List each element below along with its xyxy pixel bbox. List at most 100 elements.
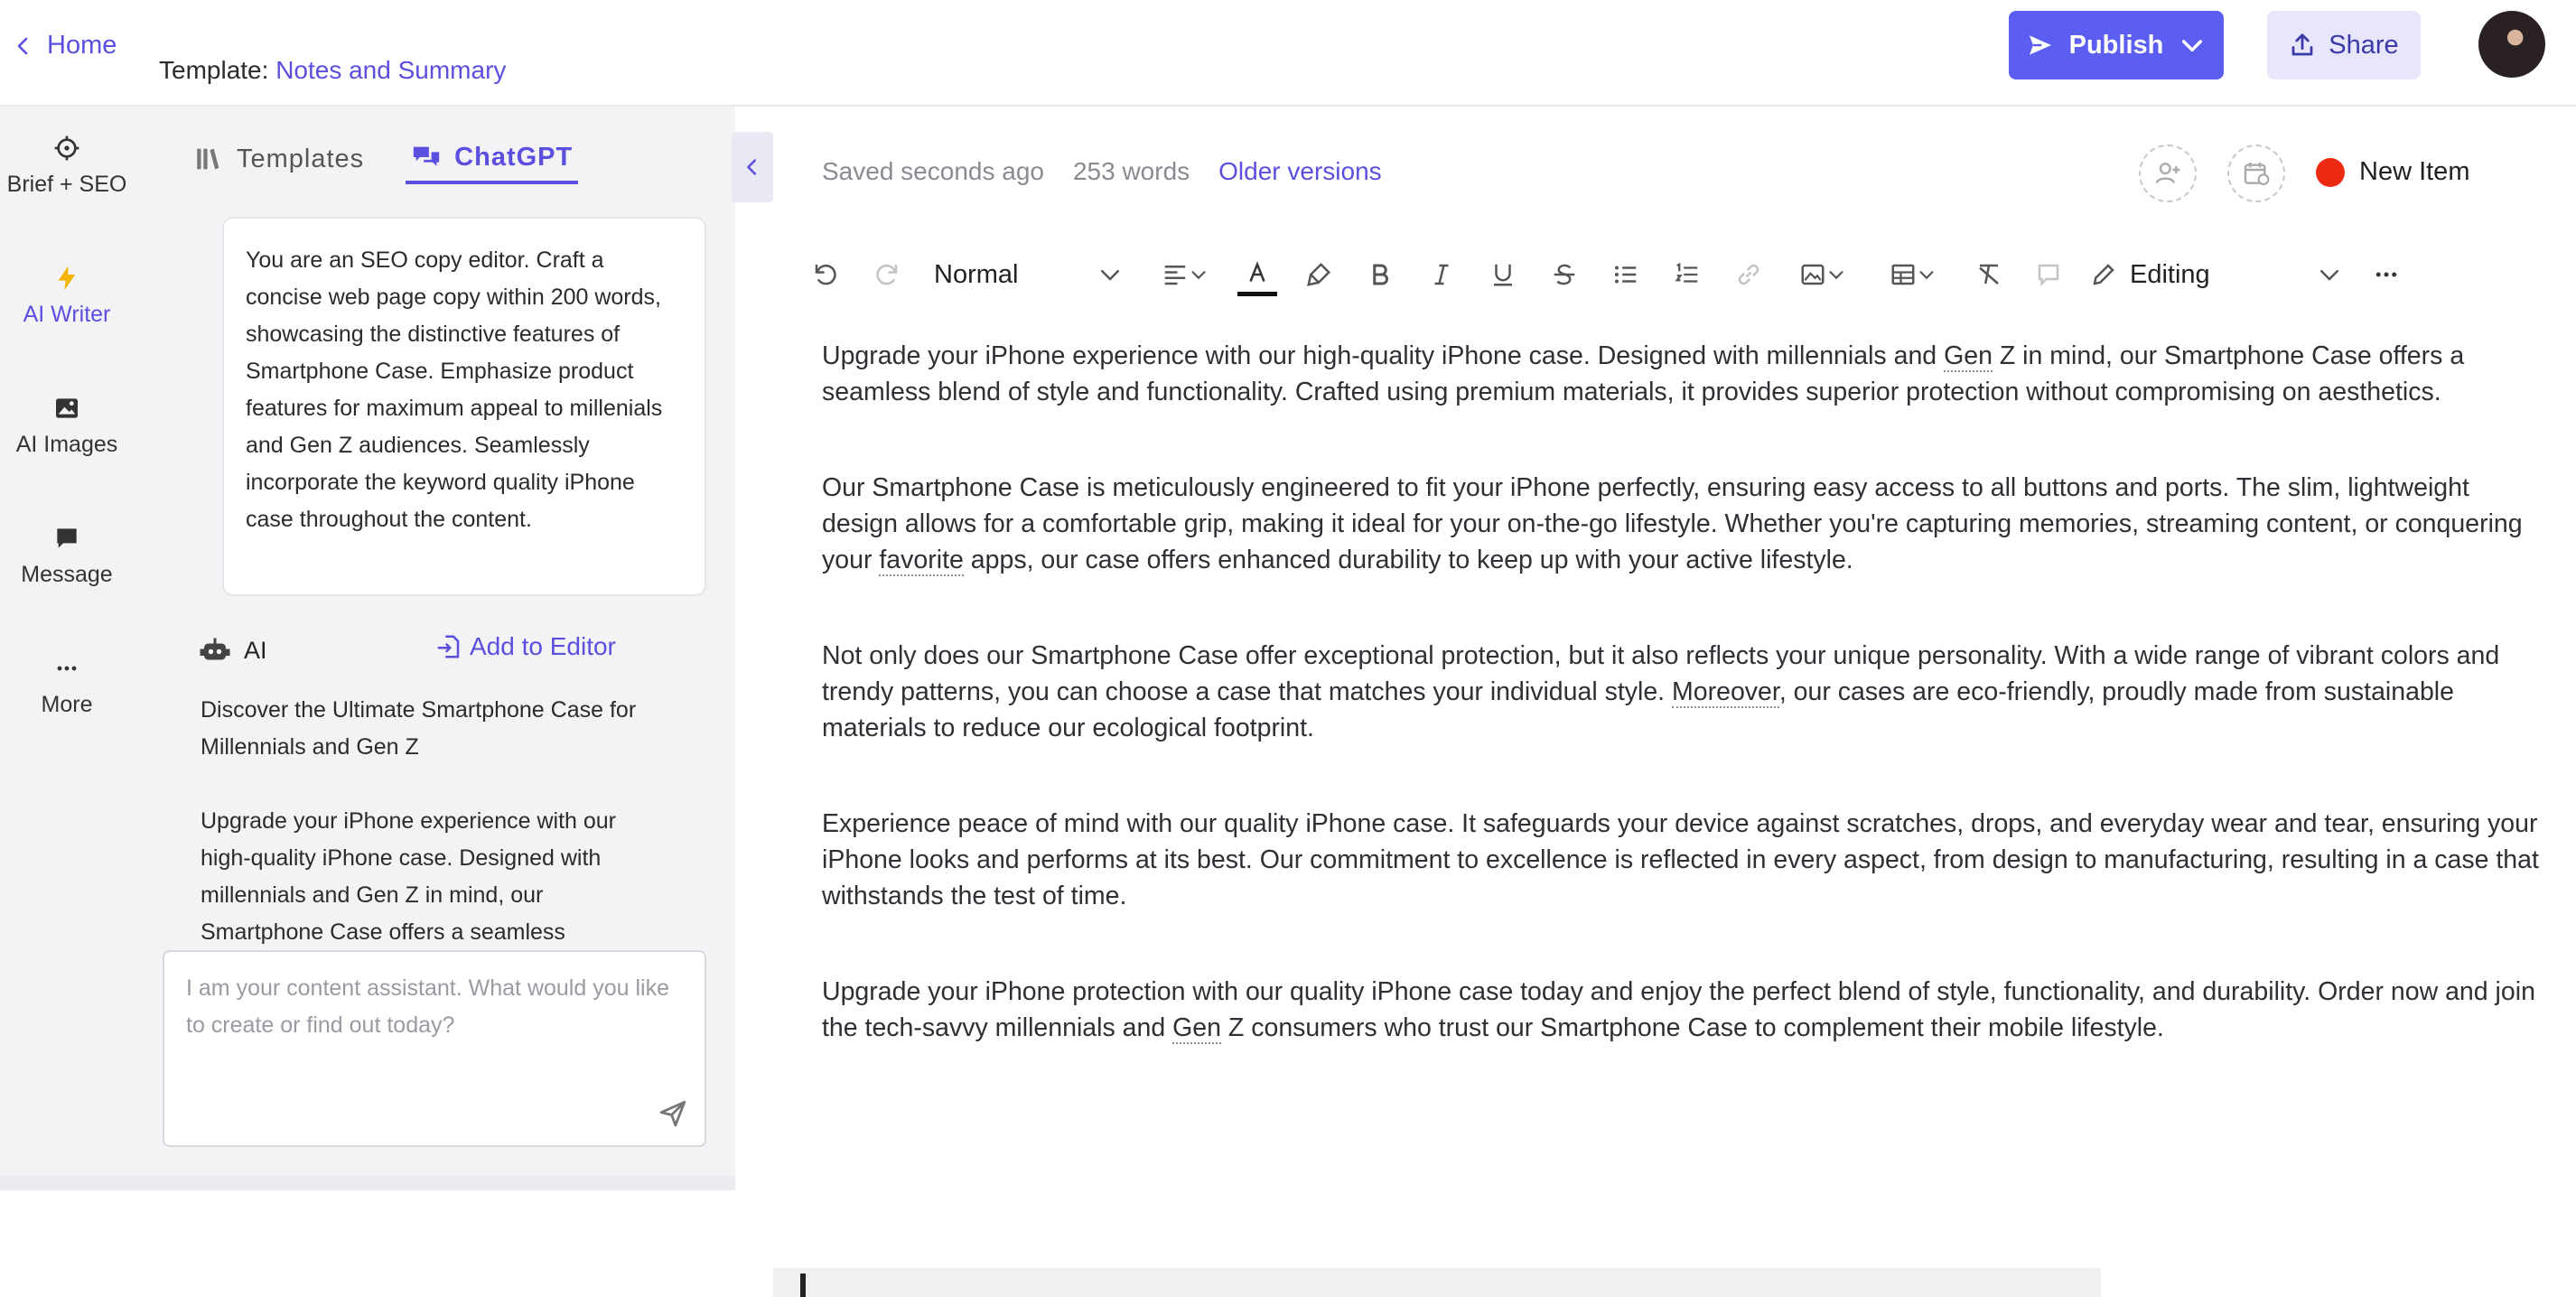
older-versions-link[interactable]: Older versions (1218, 157, 1382, 186)
ai-output: Discover the Ultimate Smartphone Case fo… (201, 692, 670, 947)
highlighter-icon (1307, 262, 1331, 286)
add-collaborator-button[interactable] (2139, 145, 2197, 202)
crosshair-icon (54, 135, 79, 161)
image-icon (56, 398, 78, 418)
tab-templates[interactable]: Templates (188, 134, 369, 184)
status-new-item[interactable]: New Item (2316, 157, 2469, 187)
align-select[interactable] (1149, 249, 1221, 300)
bullet-list-button[interactable] (1606, 249, 1646, 300)
left-rail: Brief + SEO AI Writer AI Images Message … (0, 107, 134, 1190)
schedule-button[interactable] (2227, 145, 2285, 202)
chevron-down-icon (1101, 270, 1119, 281)
rail-label: AI Images (15, 432, 118, 457)
top-bar: Home Template: Notes and Summary Publish… (0, 0, 2576, 107)
tab-label: Templates (237, 144, 365, 173)
add-to-editor-label: Add to Editor (470, 632, 616, 660)
calendar-icon (2244, 163, 2270, 186)
redo-button[interactable] (865, 249, 909, 300)
publish-label: Publish (2068, 30, 2164, 60)
undo-icon (815, 264, 836, 285)
tab-chatgpt[interactable]: ChatGPT (406, 134, 579, 184)
send-icon (2029, 35, 2051, 55)
ai-label: AI (244, 636, 267, 664)
strikethrough-button[interactable] (1545, 249, 1584, 300)
strikethrough-icon (1554, 264, 1575, 285)
rail-item-ai-writer[interactable]: AI Writer (0, 264, 134, 328)
text-color-swatch (1237, 292, 1277, 296)
share-button[interactable]: Share (2267, 11, 2421, 79)
bullet-list-icon (1615, 266, 1637, 284)
editor-area: Saved seconds ago 253 words Older versio… (773, 107, 2576, 1297)
insert-image-select[interactable] (1787, 249, 1859, 300)
upload-icon (2291, 33, 2313, 56)
editing-mode-value: Editing (2130, 259, 2210, 289)
rail-item-message[interactable]: Message (0, 524, 134, 588)
rail-item-more[interactable]: More (0, 654, 134, 718)
template-prefix: Template: (159, 56, 269, 84)
collapse-panel-button[interactable] (732, 132, 773, 202)
document-content[interactable]: Upgrade your iPhone experience with our … (822, 338, 2547, 1106)
document-status: Saved seconds ago 253 words Older versio… (822, 157, 1382, 186)
comment-button[interactable] (2029, 249, 2068, 300)
editing-mode-select[interactable]: Editing (2090, 249, 2343, 300)
insert-table-select[interactable] (1877, 249, 1949, 300)
chevron-down-icon (2182, 40, 2203, 52)
chevron-down-icon (1829, 271, 1843, 280)
redo-icon (876, 264, 898, 285)
chevron-left-icon (17, 37, 28, 54)
prompt-card: You are an SEO copy editor. Craft a conc… (222, 217, 706, 596)
send-icon[interactable] (658, 1098, 688, 1129)
rail-item-brief-seo[interactable]: Brief + SEO (0, 134, 134, 198)
numbered-list-button[interactable] (1667, 249, 1707, 300)
link-icon (1738, 264, 1759, 285)
table-icon (1891, 264, 1915, 285)
ai-output-paragraph: Discover the Ultimate Smartphone Case fo… (201, 697, 637, 760)
rail-label: Brief + SEO (6, 172, 127, 197)
home-label: Home (47, 31, 117, 60)
link-button[interactable] (1729, 249, 1769, 300)
scrollbar-thumb[interactable] (800, 1274, 806, 1297)
horizontal-scrollbar[interactable] (773, 1268, 2101, 1297)
chat-bubbles-icon (414, 146, 440, 166)
chat-bubble-icon (57, 528, 77, 548)
document-paragraph: Our Smartphone Case is meticulously engi… (822, 473, 2523, 576)
rail-item-ai-images[interactable]: AI Images (0, 394, 134, 458)
add-to-editor-button[interactable]: Add to Editor (435, 632, 616, 661)
chevron-down-icon (1919, 271, 1934, 280)
spellcheck-word[interactable]: Moreover (1672, 677, 1779, 708)
document-paragraph: Experience peace of mind with our qualit… (822, 809, 2539, 910)
tab-label: ChatGPT (454, 142, 574, 172)
more-options-button[interactable] (2366, 249, 2406, 300)
block-style-select[interactable]: Normal (934, 249, 1124, 300)
avatar[interactable] (2478, 11, 2545, 78)
numbered-list-icon (1675, 262, 1698, 283)
spellcheck-word[interactable]: Gen (1172, 1013, 1221, 1044)
panel-bottom-strip (0, 1176, 735, 1190)
chevron-left-icon (747, 159, 757, 175)
spellcheck-word[interactable]: favorite (879, 546, 964, 576)
ellipsis-icon (2375, 272, 2397, 277)
undo-button[interactable] (804, 249, 847, 300)
panel-tabs: Templates ChatGPT (188, 134, 579, 188)
rail-label: More (41, 692, 93, 717)
underline-button[interactable] (1483, 249, 1523, 300)
home-link[interactable]: Home (13, 31, 117, 61)
italic-button[interactable] (1422, 249, 1461, 300)
chevron-down-icon (1191, 271, 1206, 280)
status-dot (2316, 157, 2345, 187)
saved-status: Saved seconds ago (822, 157, 1044, 185)
template-name[interactable]: Notes and Summary (275, 56, 506, 84)
publish-button[interactable]: Publish (2009, 11, 2224, 79)
template-indicator: Template: Notes and Summary (159, 56, 506, 85)
highlight-button[interactable] (1299, 249, 1339, 300)
italic-icon (1434, 264, 1449, 285)
formatting-toolbar: Normal Editing (804, 246, 2556, 303)
clear-formatting-button[interactable] (1969, 249, 2009, 300)
spellcheck-word[interactable]: Gen (1944, 341, 1993, 372)
status-label: New Item (2359, 157, 2470, 186)
text-color-icon (1249, 261, 1265, 282)
word-count: 253 words (1072, 157, 1190, 185)
text-color-button[interactable] (1237, 249, 1277, 300)
bold-button[interactable] (1360, 249, 1400, 300)
chat-input[interactable]: I am your content assistant. What would … (163, 950, 706, 1147)
